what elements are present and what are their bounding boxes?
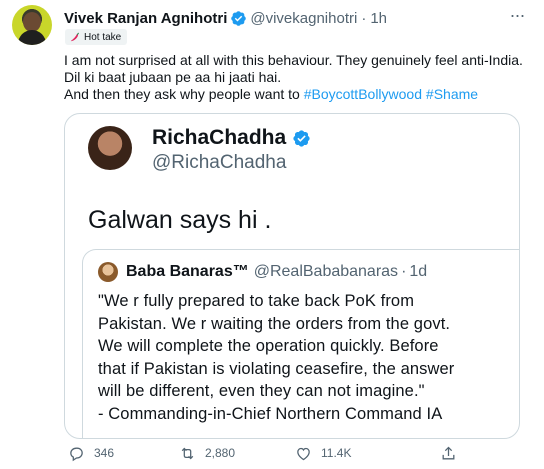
reply-icon [70,447,83,461]
inner-author-handle[interactable]: @RealBababanaras [254,263,398,281]
share-button[interactable] [440,443,466,463]
hot-take-badge: Hot take [65,29,128,45]
badge-label: Hot take [84,31,122,43]
inner-text-line: Pakistan. We r waiting the orders from t… [98,314,451,333]
header-separator: · [361,9,367,27]
quoted-tweet-card[interactable]: RichaChadha @RichaChadha Galwan says hi … [64,113,520,439]
tweet-text-line: Dil ki baat jubaan pe aa hi jaati hai. [64,69,282,85]
inner-tweet-time[interactable]: 1d [409,263,427,281]
more-icon[interactable]: ··· [508,6,526,28]
quoted-tweet-text: Galwan says hi . [88,206,272,234]
tweet-text-line: I am not surprised at all with this beha… [64,52,523,68]
like-icon [297,447,310,460]
avatar-body [18,30,46,45]
verified-badge-icon [292,129,311,148]
hashtag-link[interactable]: #BoycottBollywood [304,86,422,102]
inner-text-line: that if Pakistan is violating ceasefire,… [98,359,455,378]
tweet-text-line: And then they ask why people want to #Bo… [64,86,534,103]
inner-text-line: will be different, even they can not ima… [98,382,425,400]
quoted-author-avatar[interactable] [88,126,132,170]
reply-button[interactable]: 346 [68,443,114,463]
tweet-actions: 346 2,880 11.4K [64,443,534,463]
author-avatar[interactable] [12,5,52,45]
quoted-author-name-row: RichaChadha [152,126,314,150]
inner-author-avatar[interactable] [98,262,118,282]
inner-text-line: "We r fully prepared to take back PoK fr… [98,292,415,310]
retweet-count: 2,880 [205,446,236,460]
like-button[interactable]: 11.4K [295,443,351,463]
author-handle[interactable]: @vivekagnihotri [250,10,357,27]
inner-tweet-text: "We r fully prepared to take back PoK fr… [98,290,518,425]
tweet-text-prefix: And then they ask why people want to [64,86,304,102]
retweet-button[interactable]: 2,880 [179,443,235,463]
inner-quoted-tweet-card[interactable]: Baba Banaras™ @RealBababanaras · 1d "We … [82,249,519,438]
reply-count: 346 [94,446,115,460]
author-name[interactable]: Vivek Ranjan Agnihotri [64,10,227,27]
inner-text-line: - Commanding-in-Chief Northern Command I… [98,404,443,423]
inner-author-name[interactable]: Baba Banaras™ [126,263,249,281]
verified-badge-icon [230,10,247,27]
inner-header-separator: · [401,263,407,280]
tweet-time[interactable]: 1h [370,10,387,27]
share-icon [442,446,455,459]
tweet-text: I am not surprised at all with this beha… [64,52,534,103]
chili-icon [70,32,80,41]
quoted-author-handle[interactable]: @RichaChadha [152,152,286,174]
tweet-header: Vivek Ranjan Agnihotri @vivekagnihotri ·… [64,9,387,27]
hashtag-link[interactable]: #Shame [426,86,478,102]
inner-tweet-header: Baba Banaras™ @RealBababanaras · 1d [98,262,427,282]
inner-text-line: We will complete the operation quickly. … [98,337,439,355]
retweet-icon [181,447,194,459]
tweet[interactable]: Vivek Ranjan Agnihotri @vivekagnihotri ·… [0,0,544,469]
quoted-author-name[interactable]: RichaChadha [152,126,286,150]
avatar-face [23,12,41,32]
like-count: 11.4K [321,446,352,460]
